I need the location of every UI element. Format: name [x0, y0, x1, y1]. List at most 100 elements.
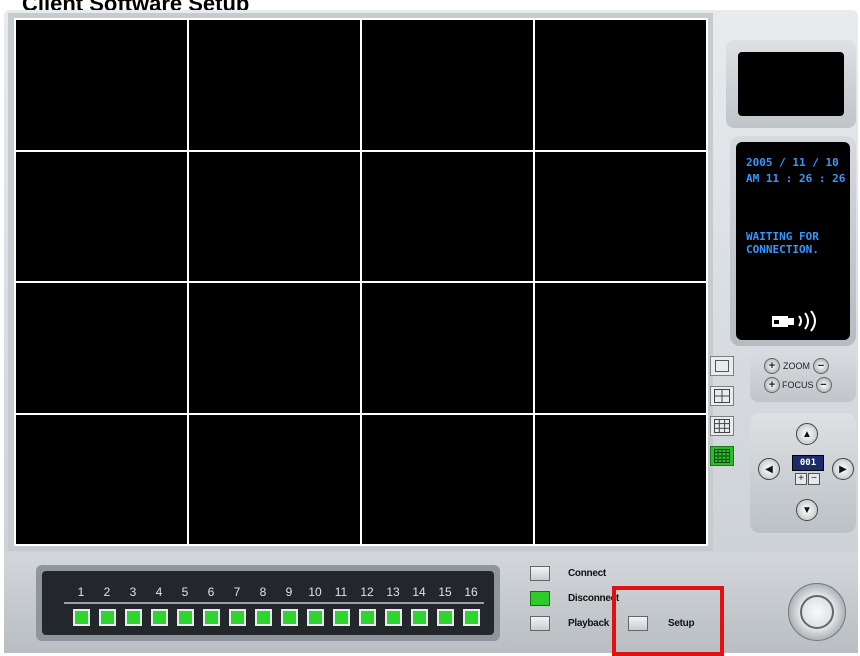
channel-number-10: 10	[308, 585, 322, 599]
ptz-panel: ▲ ◀ ▶ ▼ 001 + −	[750, 413, 856, 533]
focus-label: FOCUS	[782, 380, 814, 390]
channel-panel: 1 2 3 4 5 6 7 8 9 10 11 12 13 14 15 16	[36, 565, 500, 641]
channel-button-14[interactable]	[410, 609, 428, 626]
playback-button[interactable]	[530, 616, 550, 631]
ptz-up-button[interactable]: ▲	[796, 423, 818, 445]
channel-number-6: 6	[207, 585, 215, 599]
camera-sound-icon	[770, 310, 826, 336]
connect-button[interactable]	[530, 566, 550, 581]
video-cell-2[interactable]	[188, 19, 361, 151]
focus-row: + FOCUS −	[764, 377, 832, 393]
channel-number-2: 2	[103, 585, 111, 599]
channel-button-2[interactable]	[98, 609, 116, 626]
status-message-line1: WAITING FOR	[746, 230, 819, 243]
channel-number-11: 11	[334, 585, 348, 599]
focus-out-button[interactable]: −	[815, 377, 832, 393]
logo-panel	[726, 40, 856, 128]
layout-3x3-button[interactable]	[710, 416, 734, 436]
sixteen-view-icon	[714, 449, 730, 463]
quad-view-icon	[714, 389, 730, 403]
channel-button-8[interactable]	[254, 609, 272, 626]
preset-plus-button[interactable]: +	[795, 473, 807, 485]
channel-divider	[64, 602, 484, 604]
zoom-focus-panel: + ZOOM − + FOCUS −	[750, 350, 856, 402]
video-cell-12[interactable]	[534, 282, 707, 414]
channel-number-3: 3	[129, 585, 137, 599]
channel-button-9[interactable]	[280, 609, 298, 626]
preset-minus-button[interactable]: −	[808, 473, 820, 485]
focus-in-button[interactable]: +	[764, 377, 780, 393]
connect-control: Connect	[530, 566, 606, 581]
video-grid	[14, 18, 708, 546]
channel-number-1: 1	[77, 585, 85, 599]
channel-button-1[interactable]	[72, 609, 90, 626]
logo-display	[738, 52, 844, 116]
power-button[interactable]	[788, 583, 846, 641]
disconnect-button[interactable]	[530, 591, 550, 606]
zoom-label: ZOOM	[783, 361, 810, 371]
video-cell-8[interactable]	[534, 150, 707, 282]
channel-button-11[interactable]	[332, 609, 350, 626]
video-cell-10[interactable]	[188, 282, 361, 414]
video-cell-16[interactable]	[534, 413, 707, 545]
channel-button-15[interactable]	[436, 609, 454, 626]
channel-button-13[interactable]	[384, 609, 402, 626]
channel-number-5: 5	[181, 585, 189, 599]
setup-highlight-box	[612, 586, 724, 656]
video-cell-6[interactable]	[188, 150, 361, 282]
layout-2x2-button[interactable]	[710, 386, 734, 406]
zoom-in-button[interactable]: +	[764, 358, 780, 374]
channel-button-4[interactable]	[150, 609, 168, 626]
ptz-down-button[interactable]: ▼	[796, 499, 818, 521]
status-panel: 2005 / 11 / 10 AM 11 : 26 : 26 WAITING F…	[730, 136, 856, 346]
channel-button-5[interactable]	[176, 609, 194, 626]
zoom-row: + ZOOM −	[764, 358, 829, 374]
status-message-line2: CONNECTION.	[746, 243, 819, 256]
channel-number-14: 14	[412, 585, 426, 599]
playback-label: Playback	[568, 618, 609, 629]
video-cell-5[interactable]	[15, 150, 188, 282]
channel-number-8: 8	[259, 585, 267, 599]
ptz-left-button[interactable]: ◀	[758, 458, 780, 480]
video-cell-14[interactable]	[188, 413, 361, 545]
channel-panel-display: 1 2 3 4 5 6 7 8 9 10 11 12 13 14 15 16	[42, 571, 494, 635]
arrow-up-icon: ▲	[802, 428, 812, 440]
layout-4x4-button[interactable]	[710, 446, 734, 466]
channel-button-6[interactable]	[202, 609, 220, 626]
single-view-icon	[715, 360, 729, 372]
video-cell-3[interactable]	[361, 19, 534, 151]
layout-1x1-button[interactable]	[710, 356, 734, 376]
channel-button-12[interactable]	[358, 609, 376, 626]
channel-button-16[interactable]	[462, 609, 480, 626]
video-cell-7[interactable]	[361, 150, 534, 282]
channel-button-3[interactable]	[124, 609, 142, 626]
channel-button-10[interactable]	[306, 609, 324, 626]
arrow-left-icon: ◀	[765, 463, 773, 475]
channel-number-16: 16	[464, 585, 478, 599]
video-cell-9[interactable]	[15, 282, 188, 414]
connect-label: Connect	[568, 568, 606, 579]
channel-number-9: 9	[285, 585, 293, 599]
channel-number-12: 12	[360, 585, 374, 599]
channel-numbers: 1 2 3 4 5 6 7 8 9 10 11 12 13 14 15 16	[68, 585, 484, 599]
disconnect-control: Disconnect	[530, 591, 619, 606]
channel-number-15: 15	[438, 585, 452, 599]
video-cell-1[interactable]	[15, 19, 188, 151]
channel-number-13: 13	[386, 585, 400, 599]
channel-number-4: 4	[155, 585, 163, 599]
zoom-out-button[interactable]: −	[813, 358, 829, 374]
ptz-right-button[interactable]: ▶	[832, 458, 854, 480]
video-cell-15[interactable]	[361, 413, 534, 545]
preset-display: 001	[792, 455, 824, 471]
channel-button-7[interactable]	[228, 609, 246, 626]
nine-view-icon	[714, 419, 730, 433]
channel-number-7: 7	[233, 585, 241, 599]
arrow-right-icon: ▶	[839, 463, 847, 475]
channel-buttons	[68, 609, 484, 626]
video-cell-11[interactable]	[361, 282, 534, 414]
arrow-down-icon: ▼	[802, 504, 812, 516]
status-display: 2005 / 11 / 10 AM 11 : 26 : 26 WAITING F…	[736, 142, 850, 340]
status-date: 2005 / 11 / 10	[746, 156, 839, 169]
video-cell-13[interactable]	[15, 413, 188, 545]
video-cell-4[interactable]	[534, 19, 707, 151]
